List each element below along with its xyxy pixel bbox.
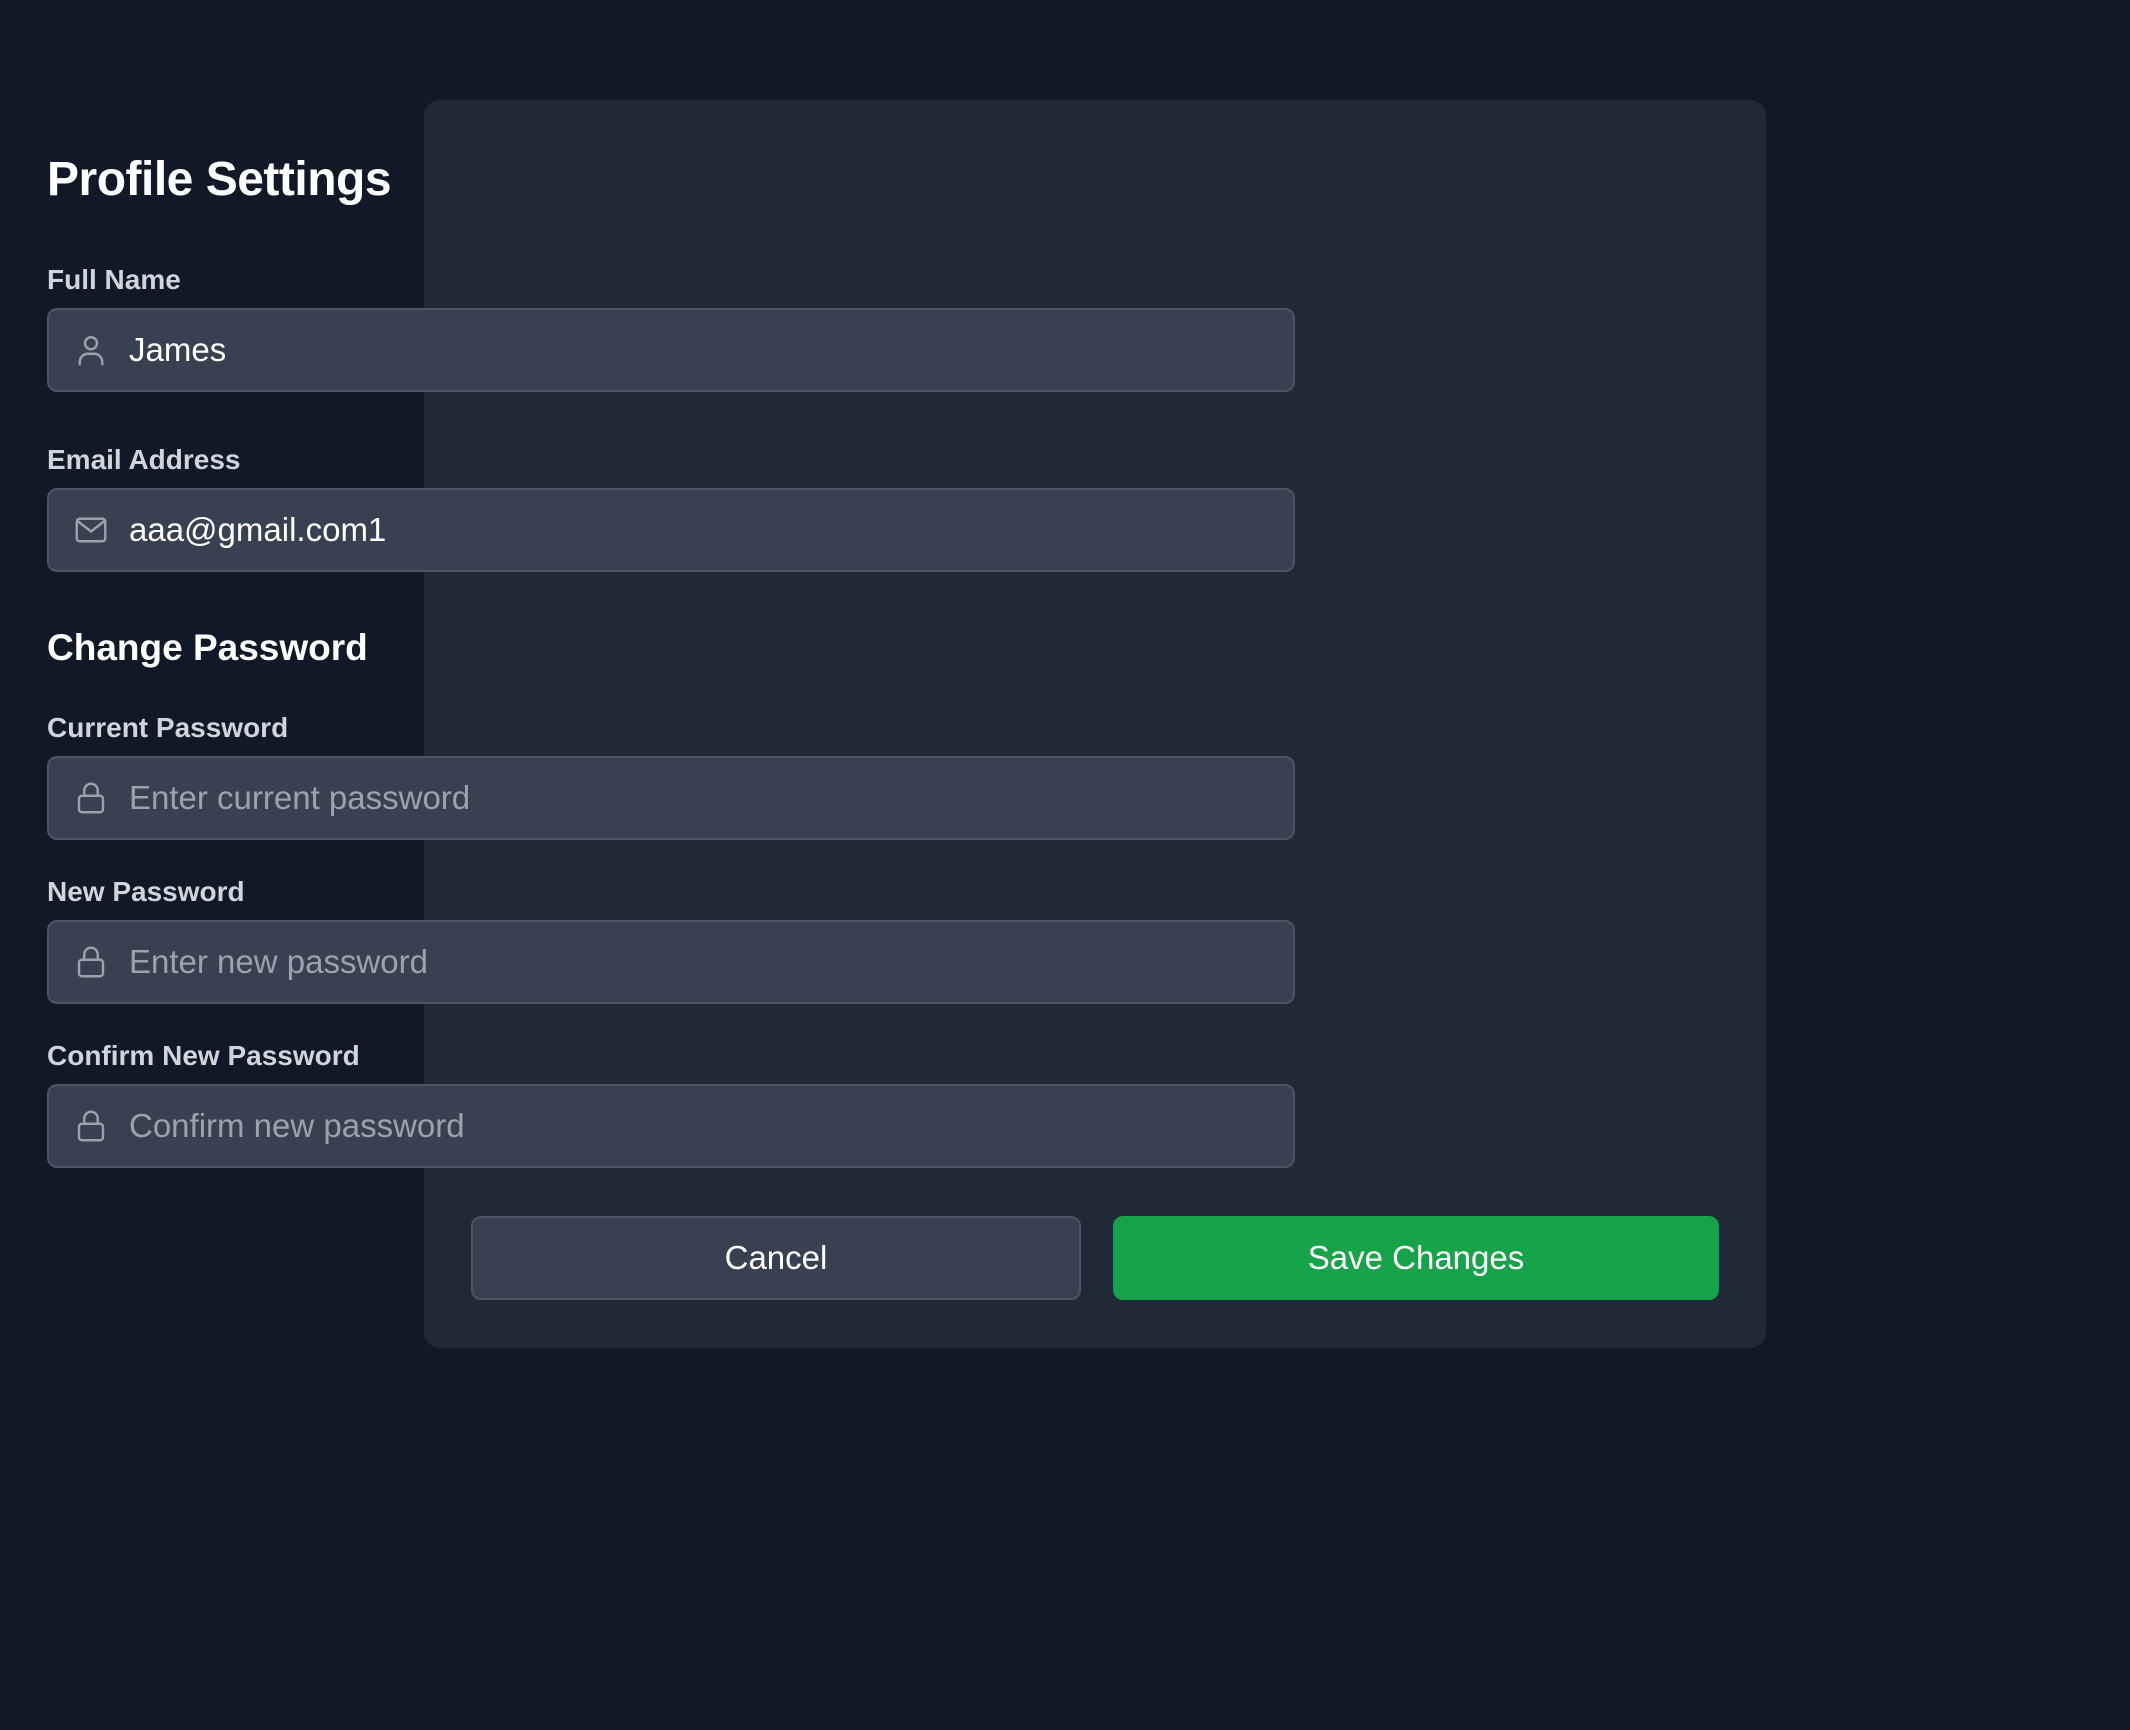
email-input[interactable] — [129, 490, 1269, 570]
save-changes-button[interactable]: Save Changes — [1113, 1216, 1719, 1300]
lock-icon — [77, 782, 105, 814]
page-title: Profile Settings — [47, 153, 392, 206]
mail-icon — [75, 517, 107, 543]
lock-icon — [77, 946, 105, 978]
confirm-password-input[interactable] — [129, 1086, 1269, 1166]
lock-icon — [77, 1110, 105, 1142]
new-password-input[interactable] — [129, 922, 1269, 1002]
confirm-password-label: Confirm New Password — [47, 1040, 360, 1071]
email-field[interactable] — [47, 488, 1295, 572]
confirm-password-field[interactable] — [47, 1084, 1295, 1168]
current-password-input[interactable] — [129, 758, 1269, 838]
current-password-label: Current Password — [47, 712, 289, 743]
email-label: Email Address — [47, 444, 241, 475]
new-password-label: New Password — [47, 876, 245, 907]
new-password-field[interactable] — [47, 920, 1295, 1004]
user-icon — [78, 336, 104, 366]
cancel-button[interactable]: Cancel — [471, 1216, 1081, 1300]
full-name-input[interactable] — [129, 310, 1269, 390]
change-password-heading: Change Password — [47, 627, 368, 668]
full-name-field[interactable] — [47, 308, 1295, 392]
current-password-field[interactable] — [47, 756, 1295, 840]
full-name-label: Full Name — [47, 264, 181, 295]
